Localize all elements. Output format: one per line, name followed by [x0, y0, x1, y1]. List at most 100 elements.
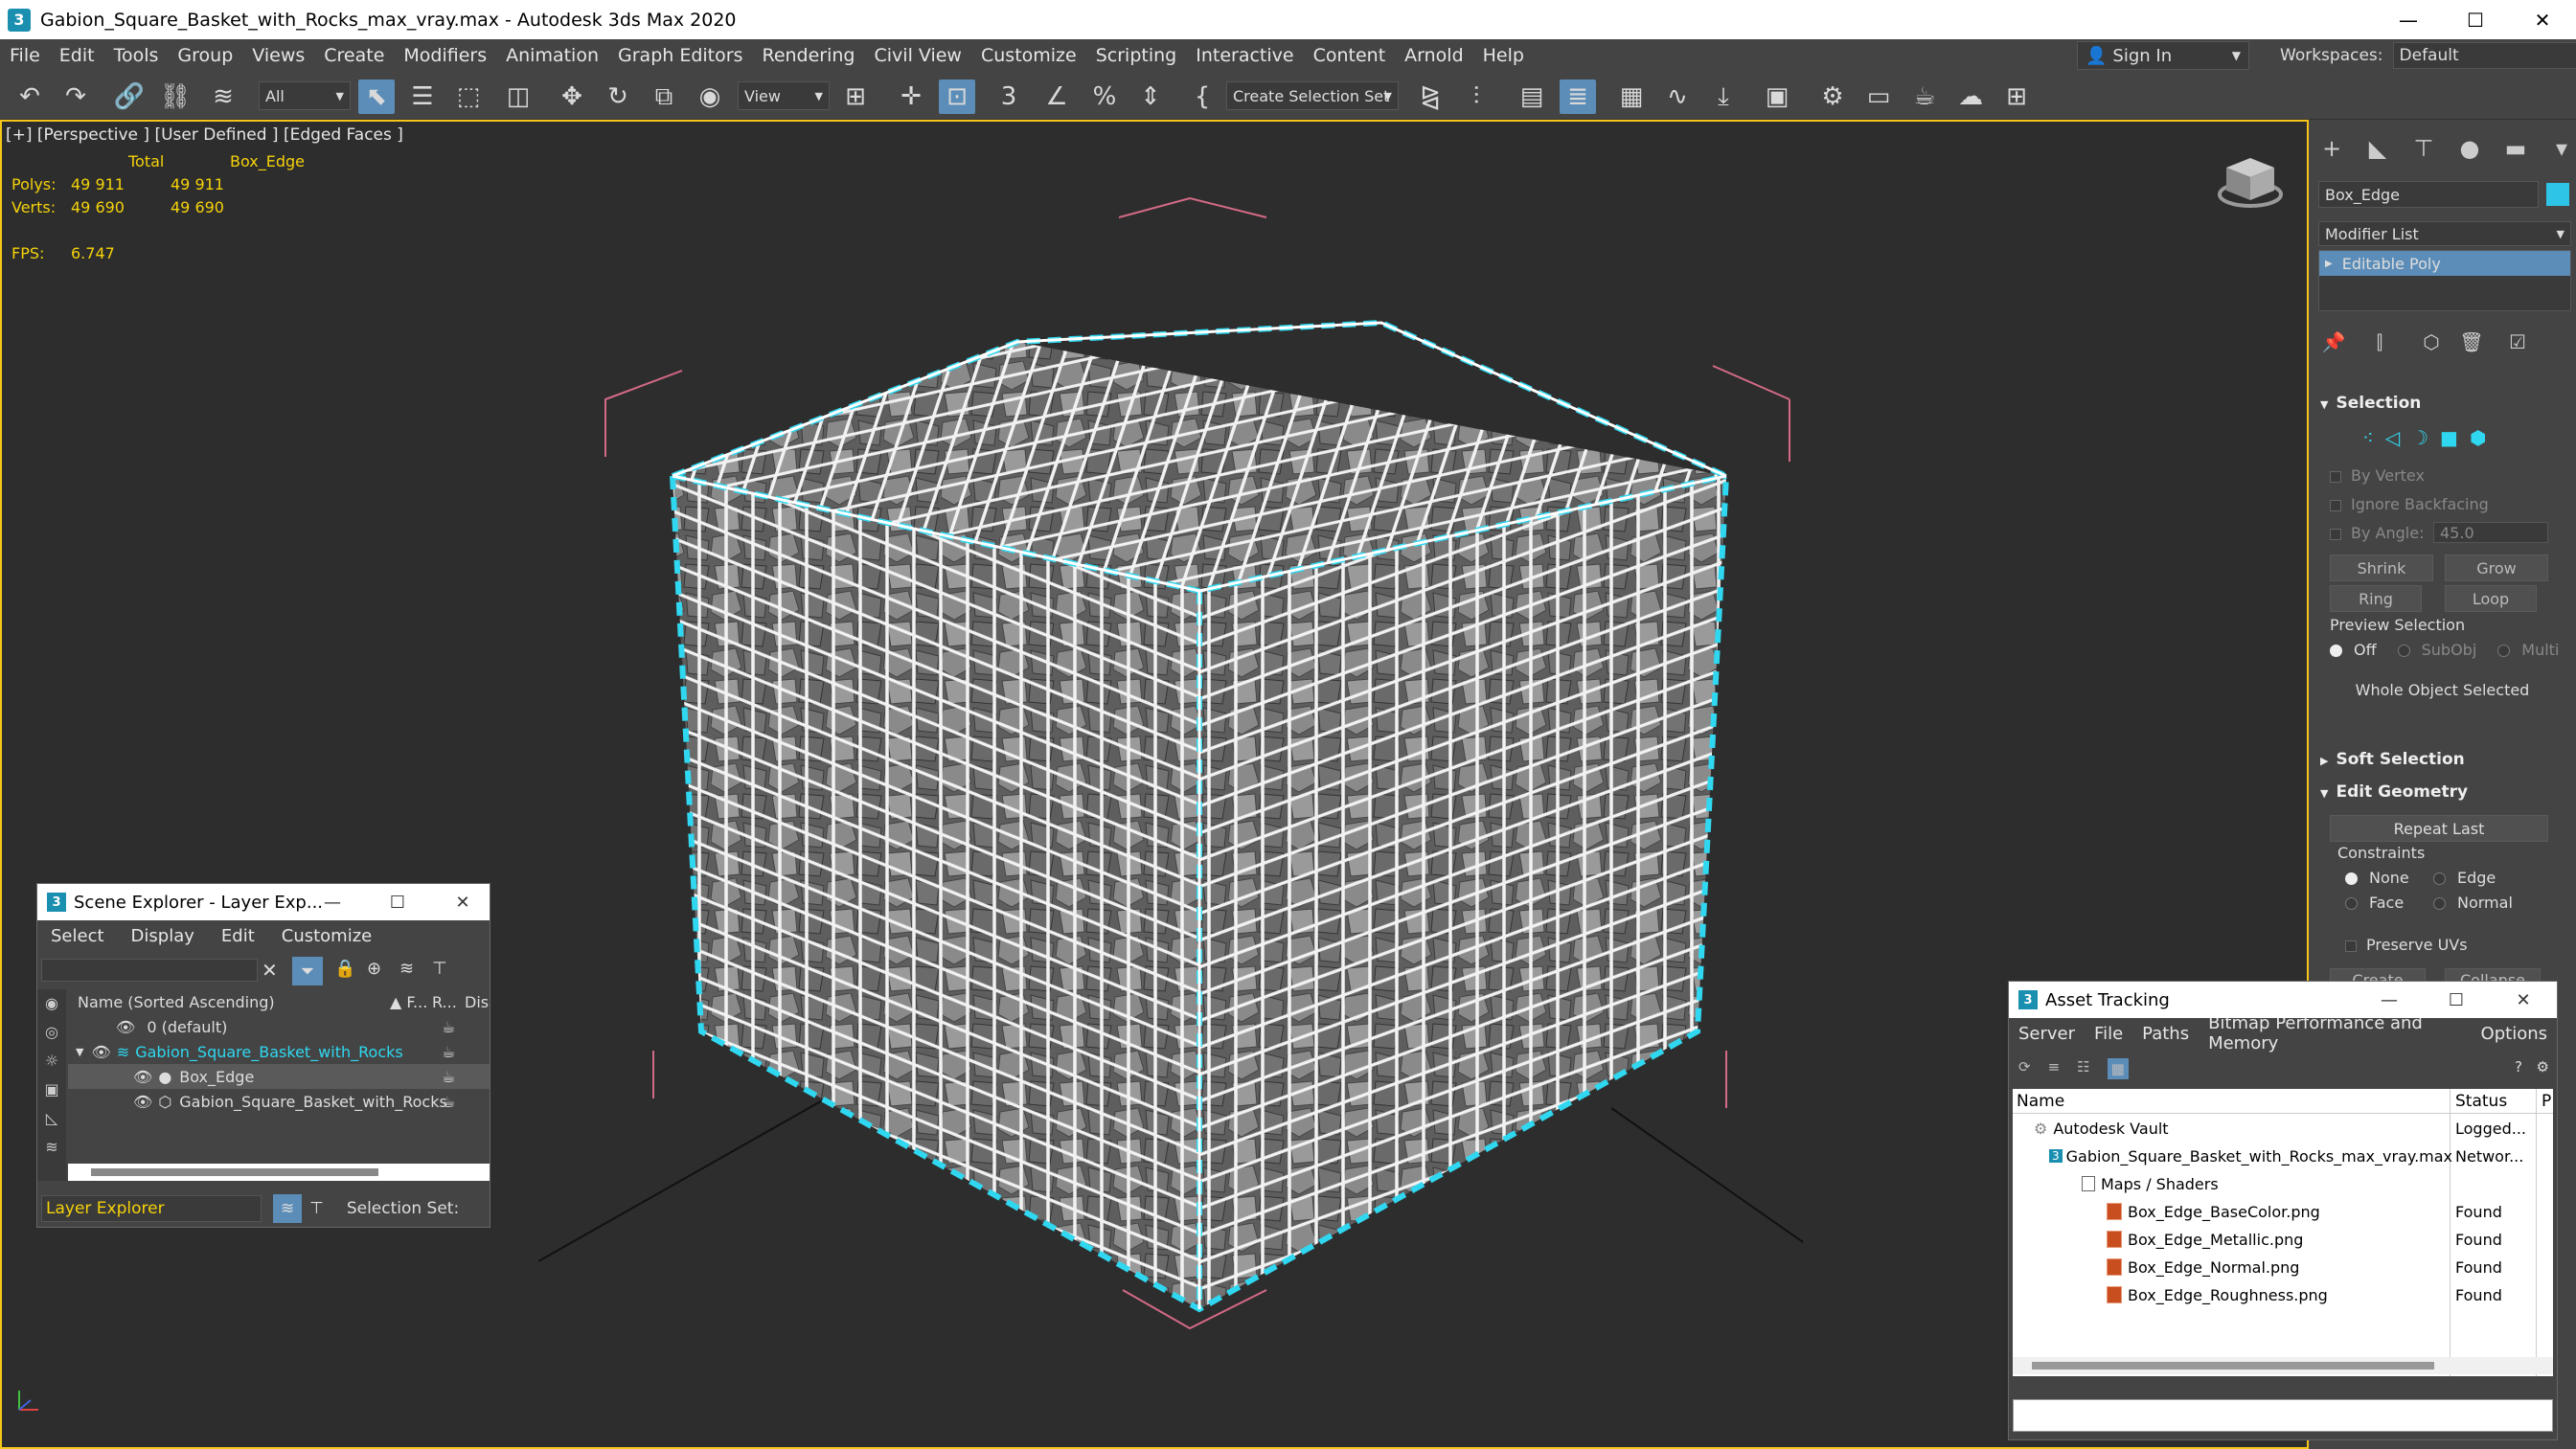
menu-edit[interactable]: Edit: [50, 45, 104, 66]
render-production-icon[interactable]: ☕: [1906, 79, 1943, 114]
menu-edit[interactable]: Edit: [208, 926, 268, 946]
display-shapes-icon[interactable]: ◎: [37, 1018, 66, 1047]
display-helpers-icon[interactable]: ◺: [37, 1104, 66, 1133]
display-spacewarps-icon[interactable]: ≋: [37, 1133, 66, 1162]
asset-row[interactable]: Maps / Shaders: [2013, 1171, 2553, 1196]
display-tab-icon[interactable]: ▬: [2498, 133, 2533, 164]
gabion-basket-model[interactable]: [538, 189, 1841, 1376]
lock-icon[interactable]: 🔒: [334, 959, 355, 979]
scrollbar-thumb[interactable]: [91, 1168, 378, 1176]
menu-rendering[interactable]: Rendering: [752, 45, 864, 66]
rectangular-selection-icon[interactable]: ⬚: [450, 79, 487, 114]
maximize-button[interactable]: ☐: [2423, 982, 2490, 1018]
loop-button[interactable]: Loop: [2445, 585, 2537, 612]
preview-multi-radio[interactable]: Multi: [2497, 641, 2559, 659]
column-p[interactable]: P: [2542, 1092, 2551, 1111]
bind-space-warp-icon[interactable]: ≋: [205, 79, 241, 114]
hierarchy-icon[interactable]: ⊤: [309, 1199, 324, 1218]
scale-icon[interactable]: ⧉: [646, 79, 682, 114]
edit-geometry-rollout-header[interactable]: ▼ Edit Geometry: [2320, 782, 2571, 802]
spinner-snap-icon[interactable]: ⇕: [1132, 79, 1169, 114]
menu-bitmap-performance[interactable]: Bitmap Performance and Memory: [2199, 1013, 2471, 1053]
hierarchy-icon[interactable]: ⊤: [432, 959, 447, 979]
selection-set-dropdown[interactable]: Create Selection Set ▼: [1226, 81, 1399, 110]
snaps-toggle-icon[interactable]: 3: [991, 79, 1027, 114]
window-crossing-icon[interactable]: ◫: [500, 79, 536, 114]
menu-server[interactable]: Server: [2009, 1024, 2085, 1044]
menu-options[interactable]: Options: [2472, 1024, 2557, 1044]
menu-animation[interactable]: Animation: [496, 45, 608, 66]
sign-in-dropdown[interactable]: 👤 Sign In ▼: [2077, 41, 2249, 70]
explorer-type-dropdown[interactable]: Layer Explorer: [41, 1195, 262, 1222]
filter-icon[interactable]: ⏷: [292, 957, 323, 985]
make-unique-icon[interactable]: ⬡: [2414, 327, 2449, 357]
select-object-icon[interactable]: ⬉: [358, 79, 395, 114]
settings-icon[interactable]: ⚙: [2537, 1058, 2549, 1075]
hierarchy-tab-icon[interactable]: ⊤: [2406, 133, 2441, 164]
menu-group[interactable]: Group: [168, 45, 242, 66]
tree-row-selected[interactable]: 👁 ● Box_Edge ☕: [68, 1064, 490, 1089]
menu-graph-editors[interactable]: Graph Editors: [608, 45, 752, 66]
object-color-swatch[interactable]: [2546, 183, 2569, 206]
asset-row[interactable]: ⚙ Autodesk Vault Logged...: [2013, 1116, 2553, 1141]
constraint-edge-radio[interactable]: Edge: [2433, 869, 2496, 887]
menu-content[interactable]: Content: [1304, 45, 1396, 66]
vertex-icon[interactable]: ⁖: [2362, 426, 2374, 449]
layers-icon[interactable]: ≋: [273, 1194, 302, 1223]
tree-row[interactable]: ▼ 👁 ≋ Gabion_Square_Basket_with_Rocks ☕: [68, 1039, 490, 1064]
angle-snap-icon[interactable]: ∠: [1038, 79, 1075, 114]
curve-editor-icon[interactable]: ∿: [1659, 79, 1696, 114]
table-view-icon[interactable]: ▦: [2107, 1058, 2129, 1079]
element-icon[interactable]: ⬢: [2470, 426, 2486, 449]
menu-arnold[interactable]: Arnold: [1395, 45, 1472, 66]
shrink-button[interactable]: Shrink: [2330, 555, 2433, 581]
angle-spinner[interactable]: 45.0: [2433, 522, 2548, 543]
collapse-arrow-icon[interactable]: ▼: [76, 1046, 83, 1058]
preserve-uvs-checkbox[interactable]: Preserve UVs: [2345, 936, 2468, 954]
scene-explorer-titlebar[interactable]: 3 Scene Explorer - Layer Exp... — ☐ ✕: [37, 884, 490, 920]
horizontal-scrollbar[interactable]: [68, 1164, 490, 1181]
percent-snap-icon[interactable]: %: [1086, 79, 1123, 114]
soft-selection-rollout-header[interactable]: ▶ Soft Selection: [2320, 750, 2571, 769]
minimize-button[interactable]: —: [2356, 982, 2423, 1018]
create-layer-icon[interactable]: ⊕: [367, 959, 381, 979]
object-name-field[interactable]: Box_Edge: [2318, 181, 2539, 208]
configure-modifier-sets-icon[interactable]: ☑: [2500, 327, 2535, 357]
show-end-result-icon[interactable]: ⫿: [2362, 327, 2397, 357]
menu-paths[interactable]: Paths: [2132, 1024, 2199, 1044]
ring-button[interactable]: Ring: [2330, 585, 2422, 612]
close-button[interactable]: ✕: [2490, 982, 2557, 1018]
menu-views[interactable]: Views: [242, 45, 314, 66]
select-manipulate-icon[interactable]: ✛: [893, 79, 929, 114]
material-editor-icon[interactable]: ▣: [1759, 79, 1795, 114]
stack-item-editable-poly[interactable]: ▶ Editable Poly: [2319, 251, 2570, 276]
modifier-list-dropdown[interactable]: Modifier List ▼: [2318, 221, 2571, 246]
by-angle-checkbox[interactable]: By Angle:: [2330, 524, 2424, 542]
refresh-icon[interactable]: ⟳: [2018, 1058, 2031, 1079]
asset-row[interactable]: Box_Edge_Metallic.png Found: [2013, 1227, 2553, 1252]
keyboard-shortcut-override-icon[interactable]: ⊡: [939, 79, 975, 114]
workspaces-dropdown[interactable]: Default: [2392, 42, 2576, 69]
eye-icon[interactable]: 👁: [91, 1043, 110, 1061]
edge-icon[interactable]: ◁: [2385, 426, 2400, 449]
repeat-last-button[interactable]: Repeat Last: [2330, 815, 2548, 842]
render-setup-icon[interactable]: ⚙: [1814, 79, 1851, 114]
align-icon[interactable]: ⫶: [1458, 79, 1494, 114]
ignore-backfacing-checkbox[interactable]: Ignore Backfacing: [2330, 495, 2489, 513]
column-name[interactable]: Name: [2017, 1092, 2064, 1111]
minimize-button[interactable]: —: [2375, 0, 2442, 39]
menu-file[interactable]: File: [2085, 1024, 2132, 1044]
pivot-center-icon[interactable]: ⊞: [837, 79, 874, 114]
grow-button[interactable]: Grow: [2445, 555, 2548, 581]
column-display[interactable]: Dis: [465, 993, 489, 1011]
asset-row[interactable]: Box_Edge_Roughness.png Found: [2013, 1282, 2553, 1307]
horizontal-scrollbar[interactable]: [2013, 1357, 2553, 1374]
toggle-ribbon-icon[interactable]: ▦: [1613, 79, 1650, 114]
rotate-icon[interactable]: ↻: [600, 79, 636, 114]
render-teapot-icon[interactable]: ☕: [442, 1068, 455, 1086]
eye-icon[interactable]: 👁: [116, 1018, 135, 1036]
close-button[interactable]: ✕: [430, 884, 495, 920]
selection-filter-dropdown[interactable]: All ▼: [259, 81, 351, 110]
render-teapot-icon[interactable]: ☕: [442, 1018, 455, 1036]
menu-customize[interactable]: Customize: [268, 926, 385, 946]
